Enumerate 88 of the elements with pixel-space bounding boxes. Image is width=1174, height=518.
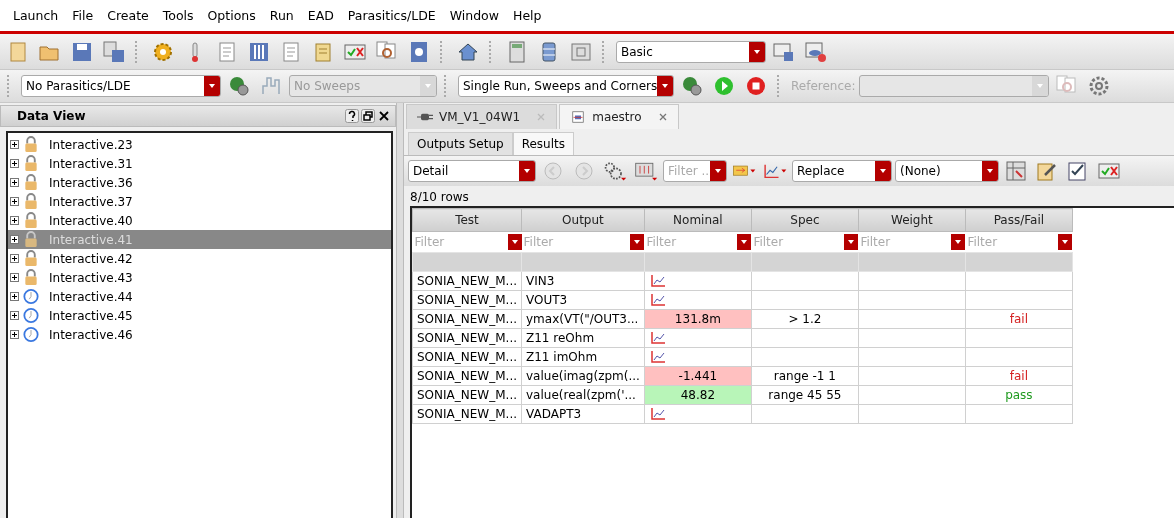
menu-item[interactable]: Options [200, 8, 263, 23]
reference-label: Reference: [791, 79, 856, 93]
run-mode-combo[interactable]: Single Run, Sweeps and Corners [458, 75, 674, 97]
stop-icon[interactable] [744, 74, 768, 98]
menu-item[interactable]: Parasitics/LDE [340, 8, 443, 23]
table-icon[interactable] [1004, 159, 1028, 183]
plot-icon[interactable] [650, 294, 665, 306]
menu-item[interactable]: EAD [300, 8, 341, 23]
expand-icon[interactable] [10, 235, 19, 244]
table-cell: SONIA_NEW_M... [412, 328, 522, 348]
tree-item[interactable]: Interactive.23 [8, 135, 391, 154]
table-cell: SONIA_NEW_M... [412, 347, 522, 367]
table-cell: pass [965, 385, 1073, 405]
expand-icon[interactable] [10, 178, 19, 187]
plot-mode-combo[interactable]: Replace [792, 160, 892, 182]
table-cell: SONIA_NEW_M... [412, 404, 522, 424]
expand-icon[interactable] [10, 311, 19, 320]
eye-window-icon[interactable] [804, 39, 828, 64]
table-cell: VOUT3 [521, 290, 645, 310]
menu-item[interactable]: Create [100, 8, 156, 23]
expand-icon[interactable] [10, 292, 19, 301]
tree-item[interactable]: Interactive.37 [8, 192, 391, 211]
column-header[interactable]: Nominal [644, 208, 752, 232]
parasitics-combo[interactable]: No Parasitics/LDE [21, 75, 221, 97]
menu-item[interactable]: Run [262, 8, 301, 23]
plot-icon[interactable] [650, 275, 665, 287]
tree-item[interactable]: Interactive.45 [8, 306, 391, 325]
expand-icon[interactable] [10, 330, 19, 339]
column-header[interactable]: Pass/Fail [965, 208, 1073, 232]
close-icon[interactable] [377, 109, 391, 123]
table-cell: VIN3 [521, 271, 645, 291]
column-header[interactable]: Spec [751, 208, 859, 232]
table-cell: value(real(zpm('... [521, 385, 645, 405]
tree-item[interactable]: Interactive.44 [8, 287, 391, 306]
table-cell: SONIA_NEW_M... [412, 309, 522, 329]
menu-item[interactable]: File [65, 8, 101, 23]
table-cell: fail [965, 309, 1073, 329]
table-cell: Z11 reOhm [521, 328, 645, 348]
table-cell: Z11 imOhm [521, 347, 645, 367]
menu-item[interactable]: Launch [6, 8, 66, 23]
plot-icon[interactable] [650, 408, 665, 420]
table-cell: fail [965, 366, 1073, 386]
view-tab[interactable]: Outputs Setup [408, 132, 513, 155]
table-cell: SONIA_NEW_M... [412, 271, 522, 291]
expand-icon[interactable] [10, 140, 19, 149]
panel-title: Data View [17, 109, 86, 123]
expand-icon[interactable] [10, 197, 19, 206]
column-header[interactable]: Test [412, 208, 522, 232]
table-cell: SONIA_NEW_M... [412, 385, 522, 405]
view-tab[interactable]: Results [512, 132, 575, 155]
tree-item[interactable]: Interactive.40 [8, 211, 391, 230]
tree-item[interactable]: Interactive.36 [8, 173, 391, 192]
results-view-combo[interactable]: Detail [408, 160, 536, 182]
tree-item[interactable]: Interactive.31 [8, 154, 391, 173]
plot-icon[interactable] [650, 351, 665, 363]
table-cell: SONIA_NEW_M... [412, 366, 522, 386]
column-header[interactable]: Output [521, 208, 645, 232]
corner-combo[interactable]: (None) [895, 160, 999, 182]
document-tab[interactable]: maestro [559, 104, 679, 129]
row-count: 8/10 rows [409, 189, 470, 206]
expand-icon[interactable] [10, 254, 19, 263]
save-as-icon[interactable] [102, 39, 126, 64]
expand-icon[interactable] [10, 159, 19, 168]
table-cell: > 1.2 [751, 309, 859, 329]
help-icon[interactable] [345, 109, 359, 123]
plug-icon [417, 111, 433, 123]
expand-icon[interactable] [10, 216, 19, 225]
table-cell: range 45 55 [751, 385, 859, 405]
table-cell: ymax(VT("/OUT3... [521, 309, 645, 329]
document-tab[interactable]: VM_V1_04W1 [406, 104, 558, 129]
table-cell: value(imag(zpm(... [521, 366, 645, 386]
gears-icon[interactable] [603, 159, 627, 183]
document-icon [570, 111, 587, 123]
menu-item[interactable]: Help [506, 8, 549, 23]
plot-icon[interactable] [650, 332, 665, 344]
view-combo[interactable]: Basic [616, 40, 766, 63]
tree-item[interactable]: Interactive.46 [8, 325, 391, 344]
menu-item[interactable]: Window [442, 8, 506, 23]
table-cell: range -1 1 [751, 366, 859, 386]
tree-item[interactable]: Interactive.43 [8, 268, 391, 287]
play-icon[interactable] [712, 74, 736, 98]
table-cell: SONIA_NEW_M... [412, 290, 522, 310]
table-cell: VADAPT3 [521, 404, 645, 424]
expand-icon[interactable] [10, 273, 19, 282]
column-header[interactable]: Weight [858, 208, 966, 232]
menu-item[interactable]: Tools [155, 8, 201, 23]
float-icon[interactable] [361, 109, 375, 123]
tree-item[interactable]: Interactive.42 [8, 249, 391, 268]
